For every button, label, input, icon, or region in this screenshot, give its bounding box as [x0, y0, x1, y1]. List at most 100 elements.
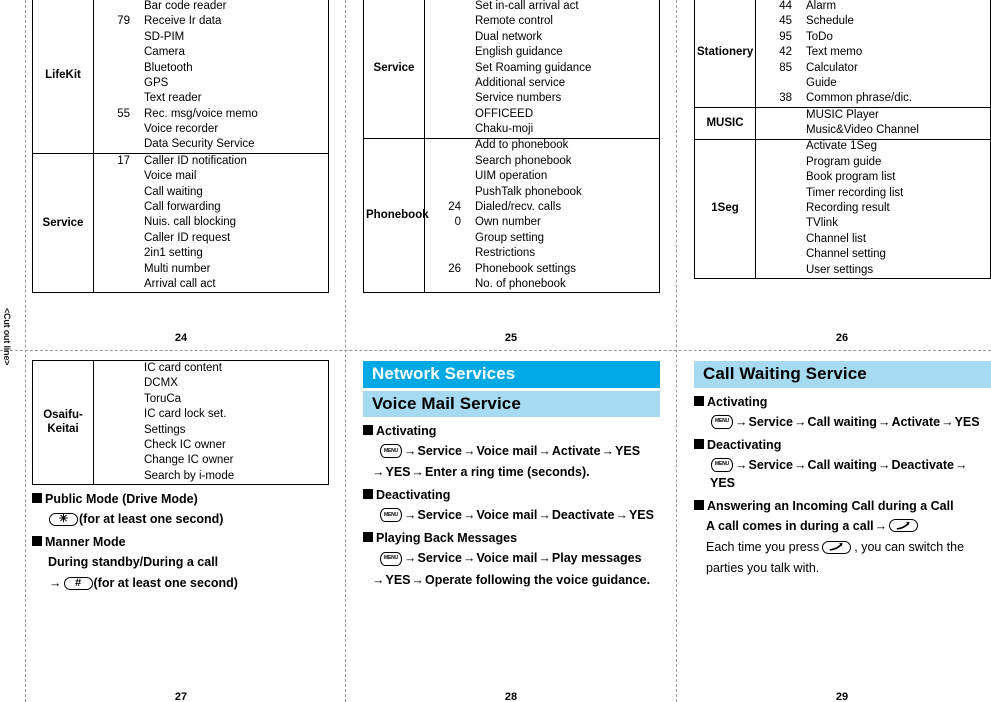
- call-key-icon[interactable]: [822, 540, 852, 554]
- menu-item-row: Additional service: [425, 76, 659, 91]
- menu-item-row: Service numbers: [425, 91, 659, 106]
- menu-key-icon[interactable]: MENU: [711, 414, 733, 429]
- menu-item-label: Voice recorder: [144, 123, 219, 136]
- operation-step-label: YES: [615, 444, 641, 459]
- menu-item-label: Recording result: [806, 202, 890, 215]
- menu-item-label: TVlink: [806, 217, 838, 230]
- cut-line-vertical-mid2: [676, 0, 677, 702]
- operation-step-line: MENU → Service → Call waiting → Activate → YES: [710, 413, 991, 431]
- operation-step-label: Voice mail: [476, 444, 538, 459]
- menu-key-icon[interactable]: MENU: [380, 444, 402, 459]
- panel-page-24: LifeKit Bar code reader 79 Receive Ir data S…: [32, 0, 329, 294]
- menu-item-row: IC card lock set.: [94, 407, 328, 422]
- arrow-icon: →: [793, 414, 807, 429]
- menu-item-label: Group setting: [475, 231, 545, 244]
- panel-page-29: Call Waiting Service Activating MENU → Serv…: [694, 361, 991, 577]
- page-number: 26: [835, 332, 849, 344]
- heading-public-mode-label: Public Mode (Drive Mode): [45, 492, 198, 507]
- menu-key-icon[interactable]: MENU: [711, 457, 733, 472]
- menu-item-number: 26: [448, 262, 461, 275]
- page-number: 28: [504, 691, 518, 702]
- category-cell: Osaifu- Keitai: [32, 359, 94, 486]
- manual-cutout-sheet: <Cut out line> LifeKit Bar code reader 79 R…: [0, 0, 991, 702]
- menu-key-icon[interactable]: MENU: [380, 551, 402, 566]
- menu-item-row: Timer recording list: [756, 186, 990, 201]
- section-heading-label: Activating: [376, 424, 437, 439]
- menu-item-number: [94, 138, 136, 153]
- step-call-comes-in: A call comes in during a call →: [706, 517, 991, 535]
- menu-item-number: [94, 200, 136, 215]
- menu-item-number: [425, 139, 467, 154]
- menu-table-page25: Service Set in-call arrival act Remote con…: [363, 0, 660, 294]
- menu-table-page24: LifeKit Bar code reader 79 Receive Ir data S…: [32, 0, 329, 294]
- arrow-icon: →: [538, 444, 551, 459]
- menu-item-number: 44: [779, 0, 792, 12]
- menu-item-row: Voice mail: [94, 169, 328, 184]
- menu-item-row: Settings: [94, 423, 328, 438]
- panel-page-27: Osaifu- Keitai IC card content DCMX ToruCa IC…: [32, 359, 329, 593]
- menu-item-row: Bar code reader: [94, 0, 328, 14]
- menu-item-row: Restrictions: [425, 246, 659, 261]
- table-row: Phonebook Add to phonebook Search phoneboo…: [363, 137, 660, 294]
- call-key-icon[interactable]: [889, 519, 919, 533]
- menu-item-label: Music&Video Channel: [806, 124, 919, 137]
- menu-item-row: English guidance: [425, 45, 659, 60]
- arrow-icon: →: [538, 508, 551, 523]
- menu-item-row: GPS: [94, 76, 328, 91]
- operation-step-line: → YES → Operate following the voice guidanc…: [371, 571, 660, 589]
- menu-item-row: 2in1 setting: [94, 246, 328, 261]
- operation-step-label: Enter a ring time (seconds).: [425, 465, 590, 480]
- bullet-square-icon: [32, 536, 42, 547]
- panel-page-26: Stationery 44 Alarm 45 Schedule 95 ToDo 42 Text …: [694, 0, 991, 280]
- menu-item-number: [756, 201, 798, 216]
- menu-item-number: 42: [779, 46, 792, 59]
- heading-answering-incoming-call-label: Answering an Incoming Call during a Call: [707, 498, 954, 513]
- menu-item-number: [425, 14, 467, 29]
- menu-item-row: Call forwarding: [94, 200, 328, 215]
- page28-sections: Activating MENU → Service → Voice mail → Activa…: [363, 424, 660, 589]
- menu-key-icon[interactable]: MENU: [380, 508, 402, 523]
- menu-item-number: [94, 122, 136, 137]
- section-heading-label: Deactivating: [376, 488, 451, 503]
- hash-key-icon[interactable]: #: [63, 576, 93, 590]
- call-switch-note-suffix: , you can switch the: [854, 540, 965, 555]
- arrow-icon: →: [462, 551, 476, 566]
- panel-page-25: Service Set in-call arrival act Remote con…: [363, 0, 660, 294]
- call-switch-note-prefix: Each time you press: [706, 540, 820, 555]
- menu-item-row: Recording result: [756, 201, 990, 216]
- menu-item-row: Dual network: [425, 30, 659, 45]
- arrow-icon: →: [735, 457, 748, 472]
- menu-item-number: [425, 246, 467, 261]
- arrow-icon: →: [49, 576, 62, 591]
- arrow-icon: →: [372, 465, 385, 480]
- heading-public-mode: Public Mode (Drive Mode): [32, 492, 329, 507]
- menu-items-cell: Bar code reader 79 Receive Ir data SD-PIM Ca…: [93, 0, 329, 154]
- page-number: 25: [504, 332, 518, 344]
- menu-item-label: UIM operation: [475, 170, 548, 183]
- panel-page-28: Network Services Voice Mail Service Acti…: [363, 361, 660, 589]
- menu-item-label: Chaku-moji: [475, 123, 534, 136]
- menu-item-row: Search by i-mode: [94, 469, 328, 484]
- operation-step-label: Service: [748, 414, 793, 429]
- menu-item-number: [425, 107, 467, 122]
- menu-item-number: [756, 247, 798, 262]
- step-public-mode: ✳ (for at least one second): [48, 510, 329, 528]
- menu-item-number: [94, 61, 136, 76]
- asterisk-key-icon[interactable]: ✳: [49, 512, 78, 526]
- menu-item-label: Phonebook settings: [475, 262, 577, 275]
- menu-item-number: 85: [779, 61, 792, 74]
- menu-item-label: 2in1 setting: [144, 247, 203, 260]
- section-heading-label: Activating: [707, 394, 768, 409]
- arrow-icon: →: [877, 414, 891, 429]
- menu-item-number: [425, 91, 467, 106]
- arrow-icon: →: [411, 465, 425, 480]
- menu-item-label: Camera: [144, 46, 185, 59]
- menu-item-row: IC card content: [94, 361, 328, 376]
- operation-step-label: Play messages: [551, 551, 642, 566]
- menu-item-row: Channel setting: [756, 247, 990, 262]
- menu-item-row: Change IC owner: [94, 453, 328, 468]
- menu-item-number: 79: [117, 15, 130, 28]
- menu-item-number: [425, 76, 467, 91]
- menu-item-label: Remote control: [475, 15, 553, 28]
- menu-item-row: Camera: [94, 45, 328, 60]
